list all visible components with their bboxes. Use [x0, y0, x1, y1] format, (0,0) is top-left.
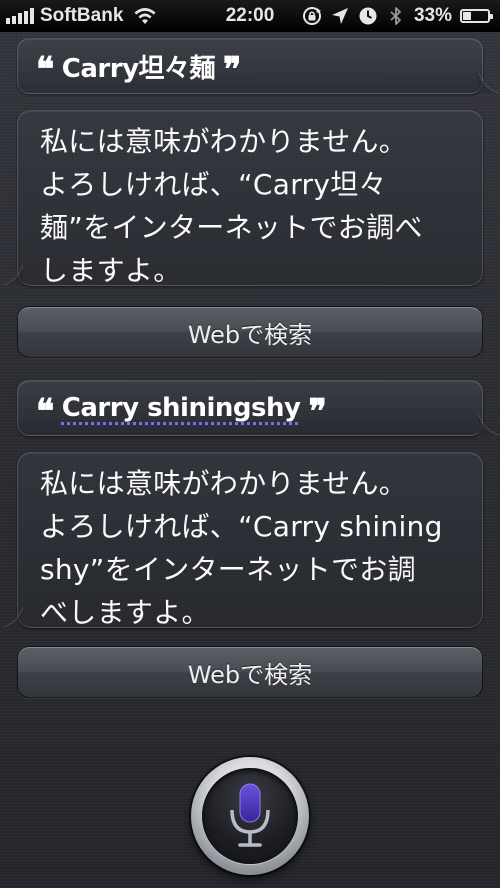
- utterance-tail-icon: [478, 72, 499, 94]
- utterance-text: Carry坦々麺: [61, 53, 216, 84]
- utterance-tail-icon: [478, 414, 499, 436]
- close-quote-icon: ❞: [308, 392, 327, 432]
- siri-response: 私には意味がわかりません。 よろしければ、“Carry坦々 麺”をインターネット…: [17, 110, 483, 287]
- response-line: 私には意味がわかりません。: [40, 467, 408, 500]
- web-search-button[interactable]: Webで検索: [17, 306, 483, 358]
- utterance-text[interactable]: Carry shiningshy: [62, 393, 301, 423]
- status-bar: SoftBank 22:00 33%: [0, 0, 500, 32]
- close-quote-icon: ❞: [223, 50, 241, 90]
- response-line: べしますよ。: [40, 596, 210, 629]
- microphone-inner: [202, 768, 298, 864]
- response-tail-icon: [3, 606, 24, 628]
- battery-percent: 33%: [413, 5, 452, 26]
- response-line: 私には意味がわかりません。: [40, 125, 408, 158]
- siri-response: 私には意味がわかりません。 よろしければ、“Carry shining shy”…: [17, 452, 483, 629]
- response-line: 麺”をインターネットでお調べ: [40, 211, 423, 244]
- location-icon: [331, 8, 348, 24]
- bluetooth-icon: [390, 7, 401, 25]
- microphone-button[interactable]: [191, 757, 309, 875]
- alarm-icon: [359, 7, 377, 25]
- open-quote-icon: ❝: [36, 392, 54, 432]
- user-utterance: ❝ Carry shiningshy ❞: [17, 380, 483, 436]
- response-line: よろしければ、“Carry坦々: [40, 168, 387, 201]
- response-line: よろしければ、“Carry shining: [40, 510, 443, 543]
- rotation-lock-icon: [302, 7, 321, 25]
- microphone-icon: [230, 783, 270, 847]
- battery-icon: [460, 9, 493, 23]
- response-line: しますよ。: [40, 254, 182, 287]
- open-quote-icon: ❝: [36, 50, 54, 90]
- response-line: shy”をインターネットでお調: [40, 553, 416, 586]
- web-search-button[interactable]: Webで検索: [17, 646, 483, 698]
- status-bar-right: 33%: [302, 0, 494, 32]
- response-tail-icon: [3, 264, 24, 286]
- user-utterance: ❝ Carry坦々麺 ❞: [17, 38, 483, 94]
